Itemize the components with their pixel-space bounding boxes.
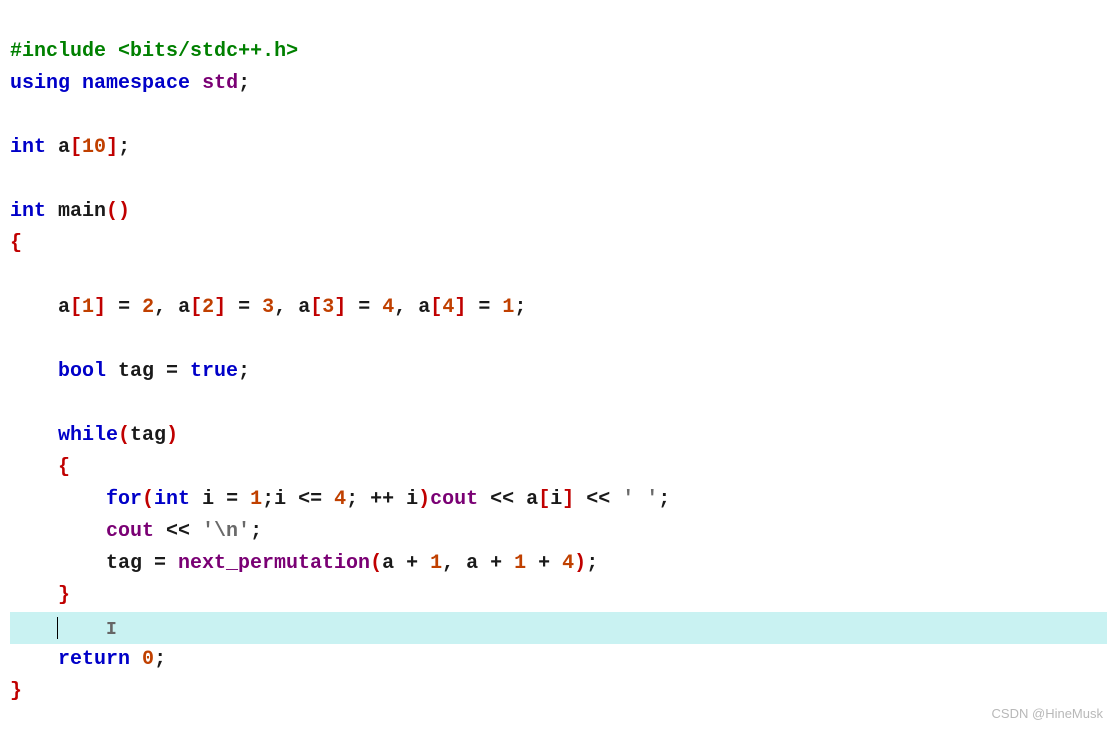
code-block: #include <bits/stdc++.h> using namespace… (0, 0, 1113, 712)
text-cursor-icon (57, 617, 58, 639)
ibeam-cursor-icon: I (106, 620, 117, 640)
current-line-highlight: I (10, 612, 1107, 644)
line-18: } (10, 584, 70, 607)
line-9: a[1] = 2, a[2] = 3, a[3] = 4, a[4] = 1; (10, 296, 526, 319)
line-6: int main() (10, 200, 130, 223)
line-20: return 0; (10, 648, 166, 671)
line-21: } (10, 680, 22, 703)
line-7: { (10, 232, 22, 255)
line-14: { (10, 456, 70, 479)
line-1: #include <bits/stdc++.h> (10, 40, 298, 63)
line-11: bool tag = true; (10, 360, 250, 383)
watermark-text: CSDN @HineMusk (992, 704, 1103, 725)
line-2: using namespace std; (10, 72, 250, 95)
line-13: while(tag) (10, 424, 178, 447)
line-4: int a[10]; (10, 136, 130, 159)
pp-include: #include (10, 40, 106, 63)
line-16: cout << '\n'; (10, 520, 262, 543)
line-15: for(int i = 1;i <= 4; ++ i)cout << a[i] … (10, 488, 670, 511)
line-17: tag = next_permutation(a + 1, a + 1 + 4)… (10, 552, 598, 575)
